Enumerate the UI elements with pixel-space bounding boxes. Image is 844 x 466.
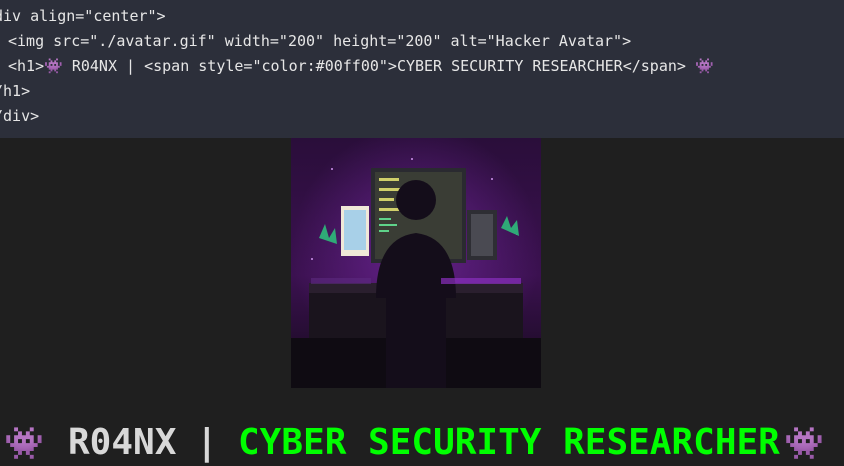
page-heading: 👾 R04NX | CYBER SECURITY RESEARCHER 👾 — [0, 420, 844, 466]
heading-separator: | — [196, 422, 218, 463]
handle-name: R04NX — [68, 422, 177, 463]
code-line: /h1> — [0, 82, 31, 100]
hacker-avatar-illustration — [291, 138, 541, 388]
role-title: CYBER SECURITY RESEARCHER — [238, 422, 780, 463]
code-line: <h1>👾 R04NX | <span style="color:#00ff00… — [8, 57, 714, 75]
code-line: /div> — [0, 107, 40, 125]
code-line: <img src="./avatar.gif" width="200" heig… — [8, 32, 632, 50]
code-line: div align="center"> — [0, 7, 166, 25]
space-invader-icon: 👾 — [4, 424, 44, 462]
space-invader-icon: 👾 — [784, 424, 824, 462]
hacker-avatar-image — [291, 138, 541, 388]
code-block: div align="center"> <img src="./avatar.g… — [0, 0, 844, 138]
